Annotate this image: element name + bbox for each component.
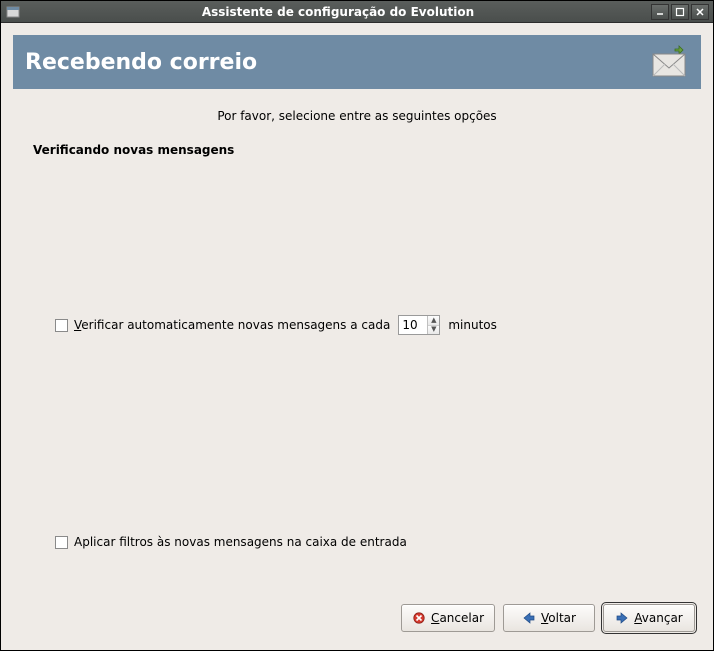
titlebar[interactable]: Assistente de configuração do Evolution	[1, 1, 713, 23]
window-title: Assistente de configuração do Evolution	[25, 5, 651, 19]
back-icon	[522, 611, 536, 625]
options-area: Verificar automaticamente novas mensagen…	[13, 167, 701, 594]
interval-up-button[interactable]: ▲	[428, 316, 439, 326]
auto-check-option: Verificar automaticamente novas mensagen…	[55, 315, 497, 335]
mail-icon	[649, 44, 689, 80]
page-title: Recebendo correio	[25, 50, 257, 75]
wizard-header: Recebendo correio	[13, 35, 701, 89]
interval-down-button[interactable]: ▼	[428, 326, 439, 335]
forward-button[interactable]: Avançar	[603, 604, 695, 632]
close-button[interactable]	[691, 4, 709, 20]
forward-label: Avançar	[634, 611, 682, 625]
window-frame: Assistente de configuração do Evolution …	[0, 0, 714, 651]
back-button[interactable]: Voltar	[503, 604, 595, 632]
interval-suffix: minutos	[448, 318, 497, 332]
auto-check-checkbox[interactable]	[55, 319, 68, 332]
window-body: Recebendo correio Por favor, selecione e…	[1, 23, 713, 650]
window-controls	[651, 4, 709, 20]
instruction-text: Por favor, selecione entre as seguintes …	[13, 109, 701, 123]
forward-icon	[615, 611, 629, 625]
cancel-button[interactable]: Cancelar	[401, 604, 495, 632]
auto-check-label[interactable]: Verificar automaticamente novas mensagen…	[74, 318, 390, 332]
maximize-button[interactable]	[671, 4, 689, 20]
back-label: Voltar	[541, 611, 576, 625]
apply-filters-option: Aplicar filtros às novas mensagens na ca…	[55, 535, 407, 549]
interval-spinner: ▲ ▼	[398, 315, 440, 335]
apply-filters-label[interactable]: Aplicar filtros às novas mensagens na ca…	[74, 535, 407, 549]
section-title: Verificando novas mensagens	[33, 143, 701, 157]
app-icon	[5, 4, 21, 20]
wizard-buttons: Cancelar Voltar Avançar	[13, 594, 701, 638]
minimize-button[interactable]	[651, 4, 669, 20]
cancel-label: Cancelar	[431, 611, 484, 625]
cancel-icon	[412, 611, 426, 625]
interval-input[interactable]	[399, 316, 427, 334]
apply-filters-checkbox[interactable]	[55, 536, 68, 549]
